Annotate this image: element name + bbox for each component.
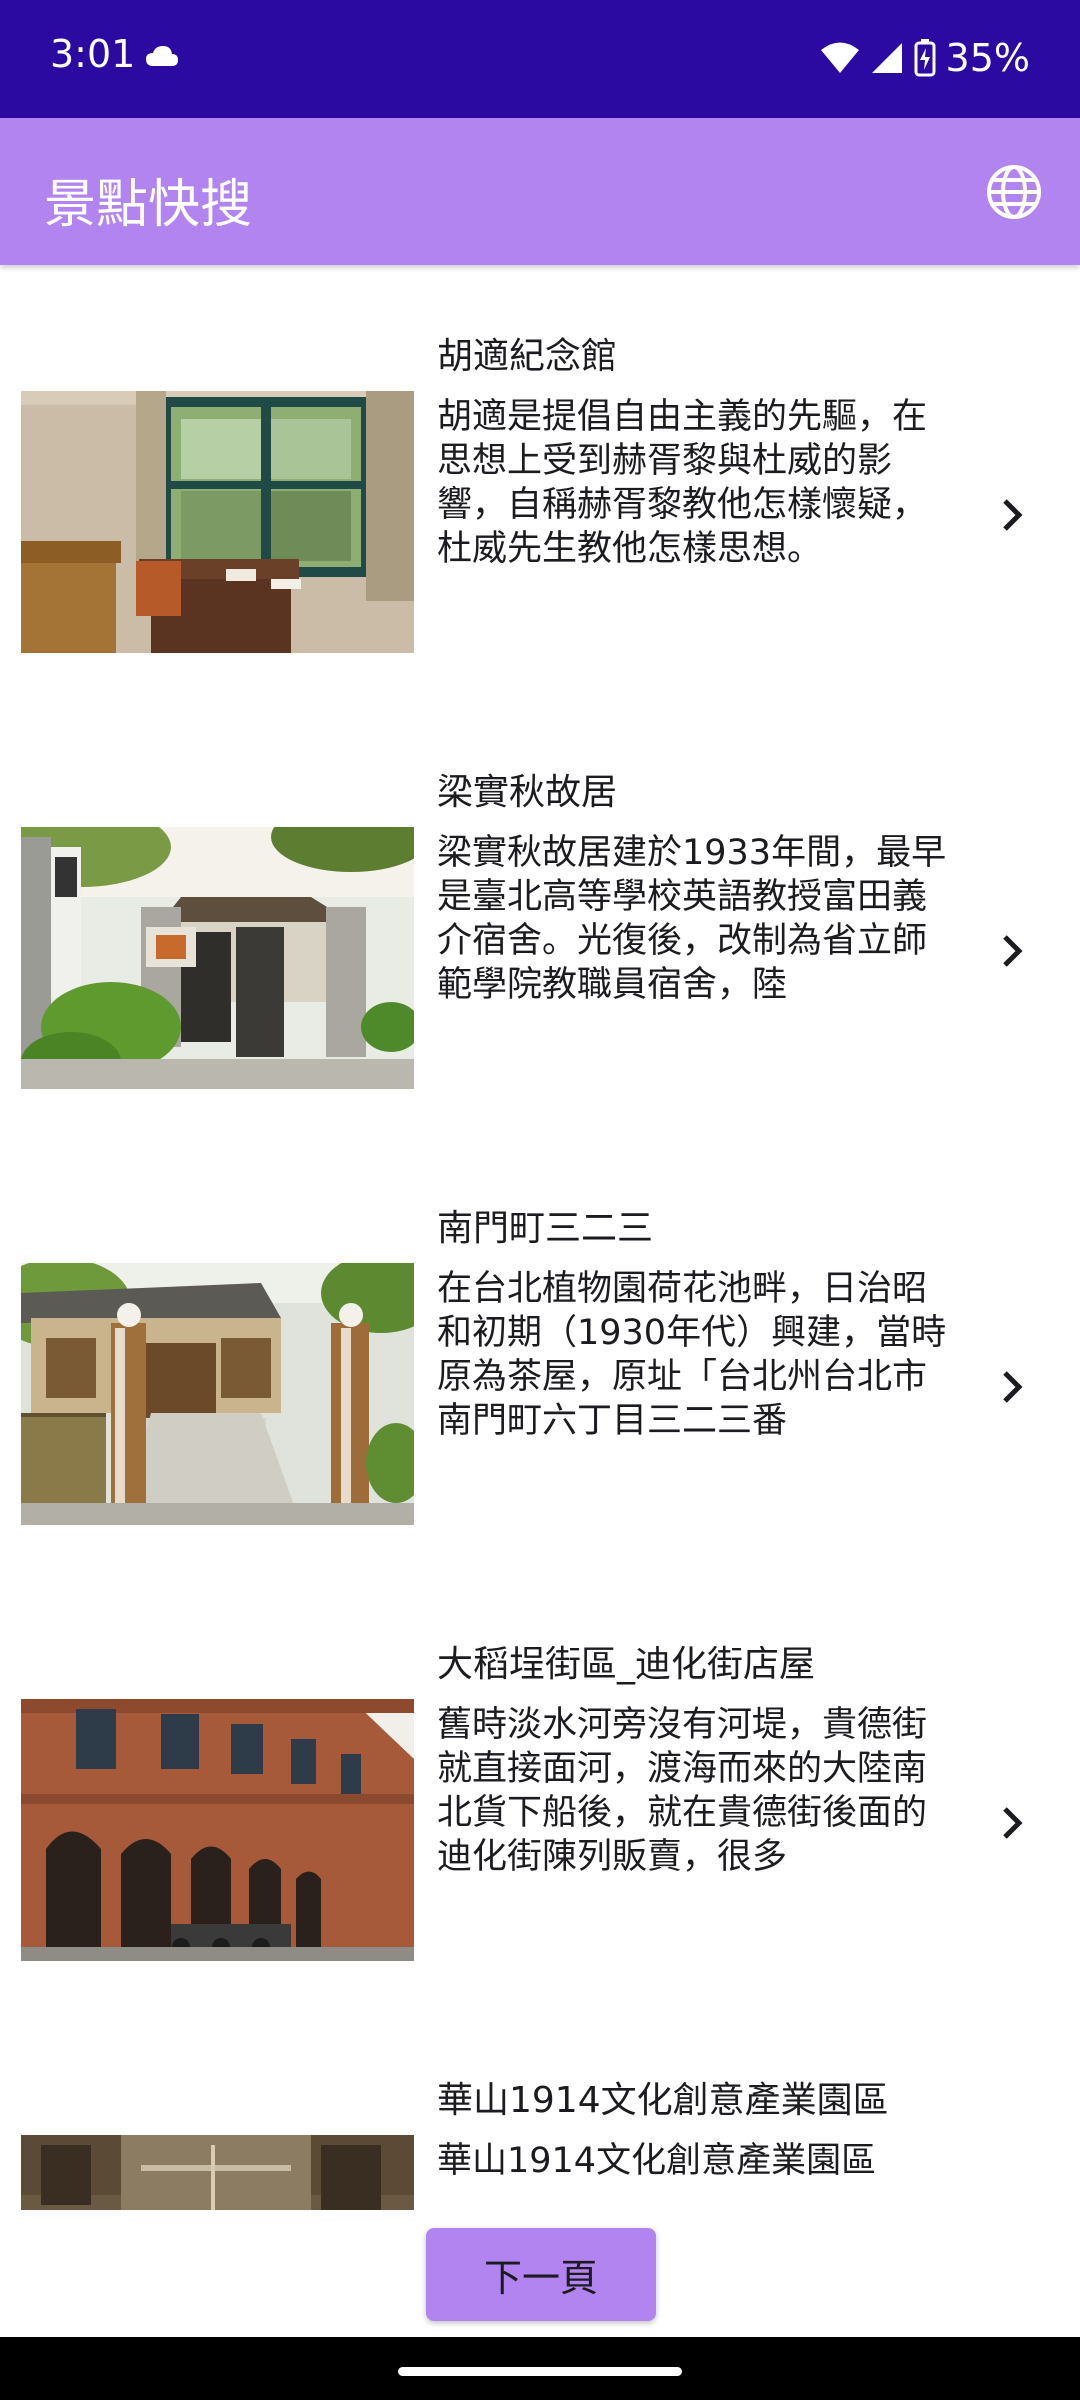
battery-icon: [914, 39, 936, 77]
globe-icon[interactable]: [984, 162, 1044, 222]
item-thumbnail: [21, 2135, 414, 2210]
home-gesture-handle[interactable]: [398, 2367, 682, 2376]
item-thumbnail: [21, 1263, 414, 1525]
interior-room-photo: [21, 391, 414, 653]
app-bar: 景點快搜: [0, 118, 1080, 265]
item-title: 大稻埕街區_迪化街店屋: [437, 1644, 816, 1685]
attraction-list: 胡適紀念館 胡適是提倡自由主義的先驅，在思想上受到赫胥黎與杜威的影響，自稱赫胥黎…: [0, 265, 1080, 2210]
status-time: 3:01: [50, 32, 136, 76]
item-title: 華山1914文化創意產業園區: [437, 2080, 889, 2121]
wifi-icon: [820, 42, 859, 73]
chevron-right-icon[interactable]: [990, 929, 1034, 973]
item-description: 在台北植物園荷花池畔，日治昭和初期（1930年代）興建，當時原為茶屋，原址「台北…: [437, 1269, 947, 1441]
next-page-button[interactable]: 下一頁: [426, 2228, 656, 2321]
chevron-right-icon[interactable]: [990, 1801, 1034, 1845]
list-item[interactable]: 南門町三二三 在台北植物園荷花池畔，日治昭和初期（1930年代）興建，當時原為茶…: [0, 1137, 1080, 1573]
item-description: 胡適是提倡自由主義的先驅，在思想上受到赫胥黎與杜威的影響，自稱赫胥黎教他怎樣懷疑…: [437, 397, 928, 569]
item-title: 南門町三二三: [437, 1208, 654, 1249]
list-item[interactable]: 梁實秋故居 梁實秋故居建於1933年間，最早是臺北高等學校英語教授富田義介宿舍。…: [0, 701, 1080, 1137]
battery-level: 35%: [945, 36, 1030, 80]
item-thumbnail: [21, 827, 414, 1089]
brick-arcade-photo: [21, 1699, 414, 1961]
status-icons: 35%: [820, 32, 1030, 84]
house-gate-photo: [21, 827, 414, 1089]
item-thumbnail: [21, 391, 414, 653]
item-title: 胡適紀念館: [437, 336, 618, 377]
cloud-icon: [146, 46, 178, 66]
item-description: 華山1914文化創意產業園區: [437, 2141, 877, 2181]
warehouse-interior-photo: [21, 2135, 414, 2210]
app-title: 景點快搜: [44, 175, 253, 235]
list-item[interactable]: 胡適紀念館 胡適是提倡自由主義的先驅，在思想上受到赫胥黎與杜威的影響，自稱赫胥黎…: [0, 265, 1080, 701]
gate-pillars-photo: [21, 1263, 414, 1525]
status-bar: 3:01 35%: [0, 0, 1080, 118]
item-title: 梁實秋故居: [437, 772, 618, 813]
item-description: 梁實秋故居建於1933年間，最早是臺北高等學校英語教授富田義介宿舍。光復後，改制…: [437, 833, 947, 1005]
list-item[interactable]: 華山1914文化創意產業園區 華山1914文化創意產業園區: [0, 2009, 1080, 2210]
chevron-right-icon[interactable]: [990, 493, 1034, 537]
list-item[interactable]: 大稻埕街區_迪化街店屋 舊時淡水河旁沒有河堤，貴德街就直接面河，渡海而來的大陸南…: [0, 1573, 1080, 2009]
item-thumbnail: [21, 1699, 414, 1961]
signal-icon: [871, 43, 902, 73]
chevron-right-icon[interactable]: [990, 1365, 1034, 1409]
item-description: 舊時淡水河旁沒有河堤，貴德街就直接面河，渡海而來的大陸南北貨下船後，就在貴德街後…: [437, 1705, 928, 1877]
